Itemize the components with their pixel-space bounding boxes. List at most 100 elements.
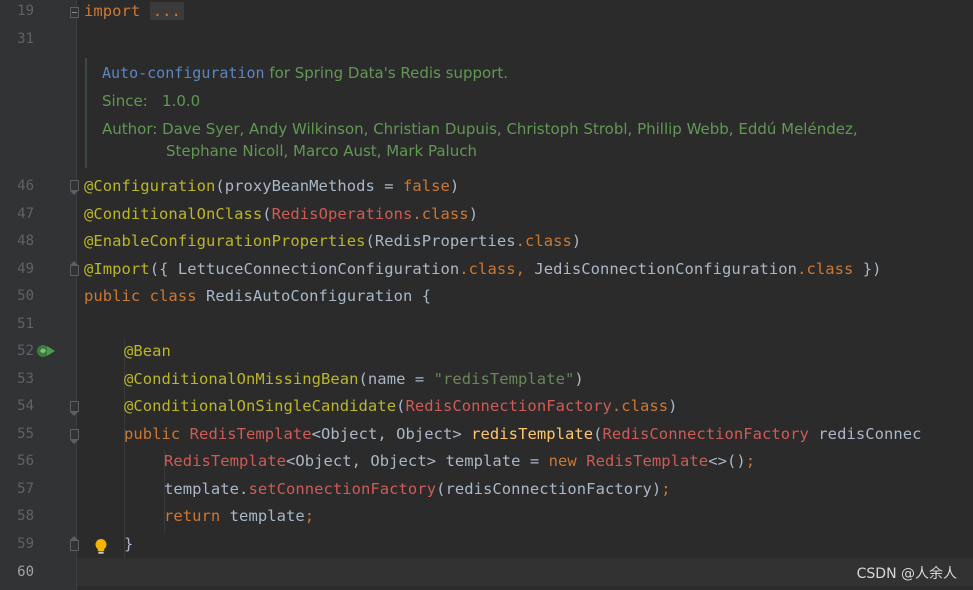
unresolved-class: RedisTemplate [576,452,709,470]
folded-imports[interactable]: ... [149,2,184,20]
doc-author-line1: Dave Syer, Andy Wilkinson, Christian Dup… [162,120,858,138]
doc-link[interactable]: Auto-configuration [102,64,265,82]
line-number: 56 [17,453,34,469]
annotation: @Import [84,260,150,278]
rendered-javadoc[interactable]: Auto-configuration for Spring Data's Red… [85,58,887,168]
editor-gutter: 19 31 46 47 48 49 50 51 52 53 54 55 56 5… [0,0,79,590]
unresolved-method: setConnectionFactory [248,480,437,498]
code-text: <Object, Object> template = [285,452,549,470]
code-line-58[interactable]: return template; [164,507,314,525]
code-text: ) [449,177,460,195]
line-number: 50 [17,288,34,304]
fold-expand-icon[interactable] [70,7,79,18]
line-number: 46 [17,178,34,194]
current-line-highlight [77,558,973,586]
semicolon: ; [304,507,315,525]
fold-start-icon[interactable] [70,180,79,195]
code-line-48[interactable]: @EnableConfigurationProperties(RedisProp… [84,232,581,250]
keyword: public class [84,287,197,305]
closing-brace: } [124,535,134,553]
line-number: 52 [17,343,34,359]
unresolved-class: RedisTemplate [180,425,312,443]
code-text: (name = [358,370,434,388]
keyword: public [124,425,181,443]
code-line-56[interactable]: RedisTemplate<Object, Object> template =… [164,452,755,470]
code-line-53[interactable]: @ConditionalOnMissingBean(name = "redisT… [124,370,584,388]
keyword: .class [611,397,669,415]
code-text: <Object, Object> [311,425,472,443]
fold-end-icon[interactable] [70,261,79,276]
line-number: 47 [17,206,34,222]
annotation: @ConditionalOnMissingBean [124,370,359,388]
import-keyword: import [84,2,141,20]
doc-since-value: 1.0.0 [162,92,201,110]
annotation: @Configuration [84,177,216,195]
code-text: }) [853,260,882,278]
line-number: 55 [17,426,34,442]
code-line-57[interactable]: template.setConnectionFactory(redisConne… [164,480,671,498]
code-text: JedisConnectionConfiguration [524,260,798,278]
line-number: 53 [17,371,34,387]
keyword: .class [515,232,572,250]
line-number: 51 [17,316,34,332]
unresolved-class: RedisConnectionFactory [405,397,612,415]
unresolved-class: RedisTemplate [164,452,286,470]
line-number: 57 [17,481,34,497]
code-line-19[interactable]: import ... [84,2,184,20]
annotation: @ConditionalOnSingleCandidate [124,397,397,415]
line-number-current: 60 [17,564,34,580]
annotation: @ConditionalOnClass [84,205,263,223]
code-text: (proxyBeanMethods = [215,177,403,195]
code-line-46[interactable]: @Configuration(proxyBeanMethods = false) [84,177,459,195]
fold-end-icon[interactable] [70,536,79,551]
keyword: return [164,507,221,525]
code-text: template. [164,480,249,498]
string-literal: "redisTemplate" [433,370,575,388]
line-number: 58 [17,508,34,524]
doc-author-label: Author: [102,120,158,138]
code-line-54[interactable]: @ConditionalOnSingleCandidate(RedisConne… [124,397,678,415]
code-text: <>() [708,452,746,470]
fold-start-icon[interactable] [70,401,79,416]
code-text: template [220,507,305,525]
line-number: 31 [17,31,34,47]
code-text: ) [468,205,479,223]
code-text: RedisAutoConfiguration { [196,287,432,305]
code-line-50[interactable]: public class RedisAutoConfiguration { [84,287,431,305]
code-text: ) [574,370,584,388]
line-number: 59 [17,536,34,552]
code-text: redisConnec [808,425,922,443]
semicolon: ; [745,452,756,470]
unresolved-class: RedisOperations [271,205,413,223]
fold-start-icon[interactable] [70,429,79,444]
code-text: ( [262,205,272,223]
semicolon: ; [661,480,671,498]
unresolved-class: RedisConnectionFactory [602,425,809,443]
doc-author-line2: Stephane Nicoll, Marco Aust, Mark Paluch [166,142,477,160]
line-number: 54 [17,398,34,414]
code-line-55[interactable]: public RedisTemplate<Object, Object> red… [124,425,922,443]
doc-since-label: Since: [102,92,148,110]
method-name: redisTemplate [471,425,594,443]
code-line-49[interactable]: @Import({ LettuceConnectionConfiguration… [84,260,882,278]
code-line-47[interactable]: @ConditionalOnClass(RedisOperations.clas… [84,205,478,223]
code-text: ({ LettuceConnectionConfiguration [149,260,460,278]
keyword: .class [412,205,469,223]
doc-description: for Spring Data's Redis support. [264,64,509,82]
bean-run-gutter-icon[interactable] [36,342,56,360]
line-number: 19 [17,3,34,19]
keyword: false [403,177,450,195]
keyword: new [548,452,577,470]
code-text: (redisConnectionFactory) [436,480,662,498]
code-text: ) [668,397,678,415]
annotation: @Bean [124,342,171,360]
intention-bulb-icon[interactable] [94,538,108,555]
watermark: CSDN @人余人 [856,566,957,582]
line-number: 48 [17,233,34,249]
code-text: ( [593,425,603,443]
code-text: ) [571,232,582,250]
line-number: 49 [17,261,34,277]
code-line-59[interactable]: } [124,535,133,553]
keyword: .class [797,260,854,278]
code-line-52[interactable]: @Bean [124,342,171,360]
